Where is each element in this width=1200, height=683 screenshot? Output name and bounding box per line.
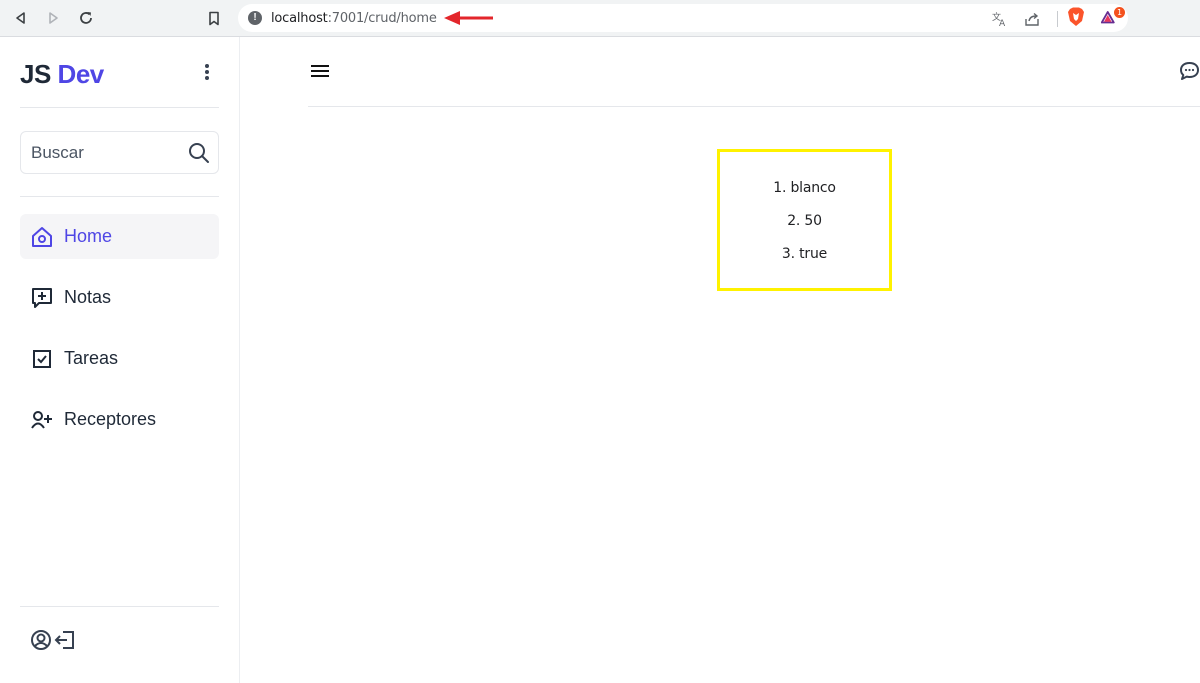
user-add-icon: [30, 408, 54, 432]
list-item: 2. 50: [787, 213, 822, 229]
list-item: 1. blanco: [773, 180, 836, 196]
search-field: [20, 131, 219, 174]
checkbox-icon: [30, 347, 54, 371]
sidebar-item-label: Home: [64, 226, 113, 246]
address-bar[interactable]: ! localhost:7001/crud/home 文A: [238, 4, 1128, 32]
sidebar: JS Dev Home Notas Tareas Receptores: [0, 37, 240, 683]
back-icon[interactable]: [12, 9, 30, 27]
sidebar-item-notas[interactable]: Notas: [20, 275, 219, 320]
sidebar-footer: [30, 629, 76, 656]
note-add-icon: [30, 286, 54, 310]
user-avatar-icon[interactable]: [30, 629, 52, 656]
search-input[interactable]: [29, 140, 179, 166]
app-logo[interactable]: JS Dev: [20, 59, 104, 90]
search-icon[interactable]: [188, 142, 210, 169]
sidebar-divider: [20, 196, 219, 197]
svg-text:A: A: [999, 19, 1006, 27]
bookmark-icon[interactable]: [205, 9, 223, 27]
reload-icon[interactable]: [77, 9, 95, 27]
share-icon[interactable]: [1024, 11, 1040, 32]
menu-toggle-icon[interactable]: [311, 64, 329, 83]
sidebar-divider: [20, 606, 219, 607]
browser-toolbar: ! localhost:7001/crud/home 文A 1: [0, 0, 1200, 37]
translate-icon[interactable]: 文A: [992, 11, 1008, 32]
sidebar-item-tareas[interactable]: Tareas: [20, 336, 219, 381]
list-item: 3. true: [781, 246, 828, 262]
sidebar-item-home[interactable]: Home: [20, 214, 219, 259]
rewards-icon[interactable]: 1: [1101, 7, 1125, 27]
chat-icon[interactable]: [1179, 61, 1200, 87]
results-highlight-box: 1. blanco 2. 50 3. true: [717, 149, 892, 291]
toolbar-separator: [1057, 11, 1058, 27]
url-text[interactable]: localhost:7001/crud/home: [271, 11, 437, 26]
home-icon: [30, 225, 54, 249]
sidebar-divider: [20, 107, 219, 108]
alert-badge: 1: [1114, 7, 1125, 18]
forward-icon[interactable]: [44, 9, 62, 27]
results-list: 1. blanco 2. 50 3. true: [720, 178, 889, 277]
sidebar-item-receptores[interactable]: Receptores: [20, 397, 219, 442]
annotation-arrow: [444, 10, 494, 31]
site-info-icon[interactable]: !: [248, 11, 262, 25]
more-options-icon[interactable]: [199, 63, 215, 86]
logout-icon[interactable]: [54, 629, 76, 656]
brave-shield-icon[interactable]: [1067, 7, 1085, 26]
main-header: [308, 37, 1200, 107]
sidebar-item-label: Notas: [64, 287, 112, 307]
sidebar-item-label: Receptores: [64, 409, 157, 429]
sidebar-item-label: Tareas: [64, 348, 119, 368]
